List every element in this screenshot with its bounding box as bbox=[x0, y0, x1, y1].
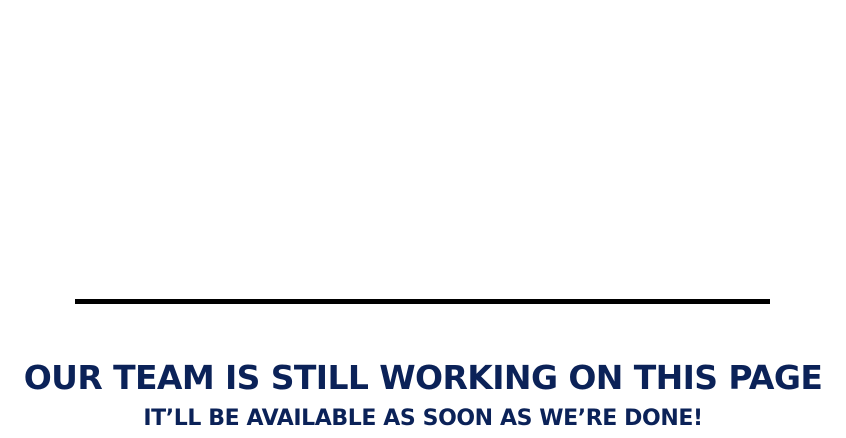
page-subtitle: IT’LL BE AVAILABLE AS SOON AS WE’RE DONE… bbox=[143, 406, 703, 431]
under-construction-page: OUR TEAM IS STILL WORKING ON THIS PAGE I… bbox=[0, 0, 846, 438]
divider-line bbox=[75, 299, 770, 304]
page-title: OUR TEAM IS STILL WORKING ON THIS PAGE bbox=[23, 358, 823, 397]
